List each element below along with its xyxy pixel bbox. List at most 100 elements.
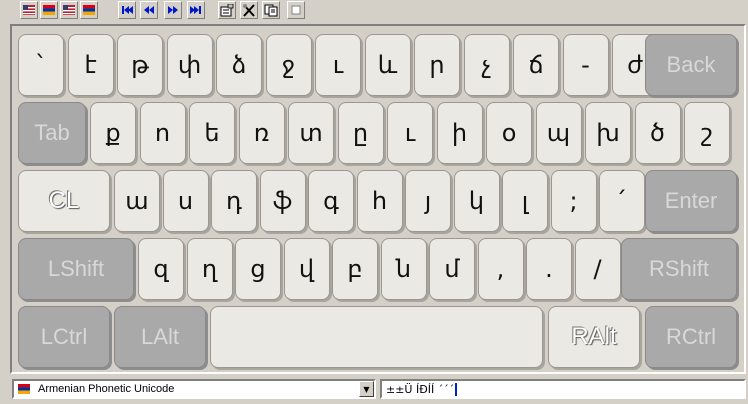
left-shift-key-label: LShift: [47, 256, 105, 281]
tab-key[interactable]: Tab: [18, 102, 86, 164]
key-r1-5[interactable]: ձ: [216, 34, 262, 96]
key-r1-10-label: չ: [481, 51, 492, 79]
chevron-down-icon[interactable]: ▼: [359, 381, 374, 397]
last-icon[interactable]: [187, 1, 205, 19]
key-r1-1[interactable]: `: [18, 34, 64, 96]
copy-icon[interactable]: [262, 1, 280, 19]
key-r3-8[interactable]: կ: [453, 170, 500, 232]
key-r4-6-label: ն: [395, 255, 412, 283]
key-r1-11[interactable]: ճ: [513, 34, 559, 96]
key-r2-5[interactable]: տ: [288, 102, 334, 164]
key-r3-11[interactable]: ՛: [599, 170, 645, 232]
key-r4-7-label: մ: [444, 255, 460, 283]
left-alt-key-label: LAlt: [141, 324, 179, 349]
properties-icon[interactable]: [218, 1, 236, 19]
key-r1-6[interactable]: ջ: [265, 34, 312, 96]
next-icon[interactable]: [164, 1, 182, 19]
key-r4-8[interactable]: ,: [477, 238, 524, 300]
key-r4-1[interactable]: զ: [138, 238, 184, 300]
key-r4-3-label: ց: [250, 255, 266, 283]
key-r2-12[interactable]: ծ: [634, 102, 681, 164]
key-r4-2[interactable]: ղ: [186, 238, 233, 300]
key-r1-12-label: -: [581, 51, 590, 79]
key-r4-4[interactable]: վ: [283, 238, 330, 300]
key-r4-10-label: /: [593, 255, 602, 283]
left-ctrl-key-label: LCtrl: [40, 324, 88, 349]
flag-armenia-icon[interactable]: [40, 1, 58, 19]
key-r3-5[interactable]: գ: [308, 170, 354, 232]
key-r1-9-label: ր: [429, 51, 445, 79]
backspace-key-label: Back: [666, 52, 716, 77]
key-r4-7[interactable]: մ: [429, 238, 475, 300]
previous-icon[interactable]: [140, 1, 158, 19]
right-alt-key[interactable]: RAlt: [548, 306, 640, 368]
key-r3-6[interactable]: հ: [356, 170, 403, 232]
key-r2-9[interactable]: օ: [486, 102, 532, 164]
key-r1-1-label: `: [35, 51, 47, 79]
key-r2-10[interactable]: պ: [535, 102, 582, 164]
key-r2-3[interactable]: ե: [189, 102, 235, 164]
right-ctrl-key-label: RCtrl: [665, 324, 717, 349]
key-r2-1[interactable]: ք: [90, 102, 136, 164]
tools-icon[interactable]: [240, 1, 258, 19]
layout-dropdown[interactable]: Armenian Phonetic Unicode ▼: [12, 379, 376, 399]
caps-lock-key[interactable]: CL: [18, 170, 110, 232]
typed-text-field[interactable]: ±±Ü ÍÐÍÍ ´´´: [380, 379, 746, 399]
key-r2-8[interactable]: ի: [436, 102, 483, 164]
key-r1-3-label: թ: [131, 51, 149, 79]
key-r2-7[interactable]: ւ: [387, 102, 433, 164]
key-r3-10[interactable]: ;: [550, 170, 597, 232]
key-r2-11[interactable]: խ: [585, 102, 631, 164]
key-r1-12[interactable]: -: [562, 34, 609, 96]
key-r2-2[interactable]: ո: [139, 102, 186, 164]
key-r1-8[interactable]: և: [364, 34, 411, 96]
key-r3-7[interactable]: յ: [405, 170, 451, 232]
key-r3-9-label: լ: [521, 187, 529, 215]
left-alt-key[interactable]: LAlt: [114, 306, 206, 368]
flag-armenia-2-icon[interactable]: [80, 1, 98, 19]
key-r2-7-label: ւ: [404, 119, 416, 147]
key-r1-4[interactable]: փ: [166, 34, 213, 96]
right-shift-key[interactable]: RShift: [621, 238, 737, 300]
key-r1-13-label: ժ: [627, 51, 643, 79]
key-r1-3[interactable]: թ: [117, 34, 163, 96]
key-r2-13-label: շ: [701, 119, 713, 147]
backspace-key[interactable]: Back: [645, 34, 737, 96]
key-r3-3[interactable]: դ: [211, 170, 257, 232]
key-r4-5[interactable]: բ: [332, 238, 378, 300]
minimize-icon[interactable]: [287, 1, 305, 19]
flag-us-icon[interactable]: [20, 1, 38, 19]
key-r3-9[interactable]: լ: [502, 170, 548, 232]
key-r4-9[interactable]: .: [526, 238, 572, 300]
key-r3-6-label: հ: [371, 187, 388, 215]
right-shift-key-label: RShift: [649, 256, 709, 281]
key-r4-1-label: զ: [153, 255, 169, 283]
key-r1-2-label: է: [84, 51, 97, 79]
key-r3-2[interactable]: ս: [162, 170, 209, 232]
right-ctrl-key[interactable]: RCtrl: [645, 306, 737, 368]
key-r1-10[interactable]: չ: [463, 34, 510, 96]
key-r4-8-label: ,: [496, 255, 505, 283]
key-r3-8-label: կ: [468, 187, 485, 215]
key-r2-8-label: ի: [451, 119, 468, 147]
status-bar: Armenian Phonetic Unicode ▼ ±±Ü ÍÐÍÍ ´´´: [0, 376, 748, 404]
space-key[interactable]: [210, 306, 543, 368]
key-r4-3[interactable]: ց: [235, 238, 281, 300]
key-r1-2[interactable]: է: [67, 34, 114, 96]
key-r1-7[interactable]: ւ: [315, 34, 361, 96]
left-shift-key[interactable]: LShift: [18, 238, 134, 300]
key-r3-1[interactable]: ա: [114, 170, 160, 232]
first-icon[interactable]: [118, 1, 136, 19]
left-ctrl-key[interactable]: LCtrl: [18, 306, 110, 368]
flag-us-2-icon[interactable]: [60, 1, 78, 19]
key-r4-10[interactable]: /: [574, 238, 621, 300]
key-r2-6[interactable]: ը: [337, 102, 384, 164]
enter-key[interactable]: Enter: [645, 170, 737, 232]
typed-text-value: ±±Ü ÍÐÍÍ ´´´: [386, 382, 455, 396]
tab-key-label: Tab: [34, 120, 70, 145]
key-r2-4[interactable]: ռ: [238, 102, 285, 164]
key-r4-6[interactable]: ն: [380, 238, 427, 300]
key-r2-13[interactable]: շ: [684, 102, 730, 164]
key-r3-4[interactable]: ֆ: [259, 170, 306, 232]
key-r1-9[interactable]: ր: [414, 34, 460, 96]
